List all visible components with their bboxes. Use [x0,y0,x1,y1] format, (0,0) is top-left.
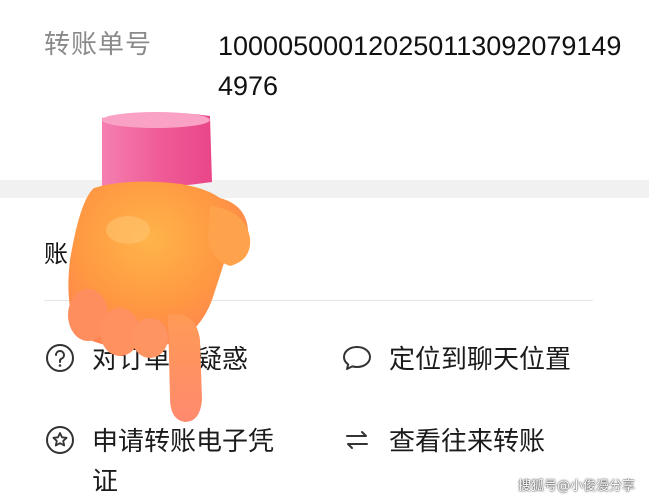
chat-bubble-icon [341,342,373,374]
watermark: 搜狐号@小俊漫分享 [517,479,635,494]
view-transfers-button[interactable]: 查看往来转账 [341,422,631,462]
transfer-number-value: 1000050001202501130920791494976 [218,31,622,101]
locate-chat-button[interactable]: 定位到聊天位置 [341,340,631,380]
apply-voucher-label: 申请转账电子凭证 [92,427,275,497]
swap-arrows-icon [341,424,373,456]
locate-chat-label: 定位到聊天位置 [389,345,572,375]
view-transfers-label: 查看往来转账 [389,427,546,457]
pointing-hand-sticker [68,112,251,422]
apply-voucher-button[interactable]: 申请转账电子凭证 [44,422,294,502]
transfer-number-label: 转账单号 [44,30,153,60]
